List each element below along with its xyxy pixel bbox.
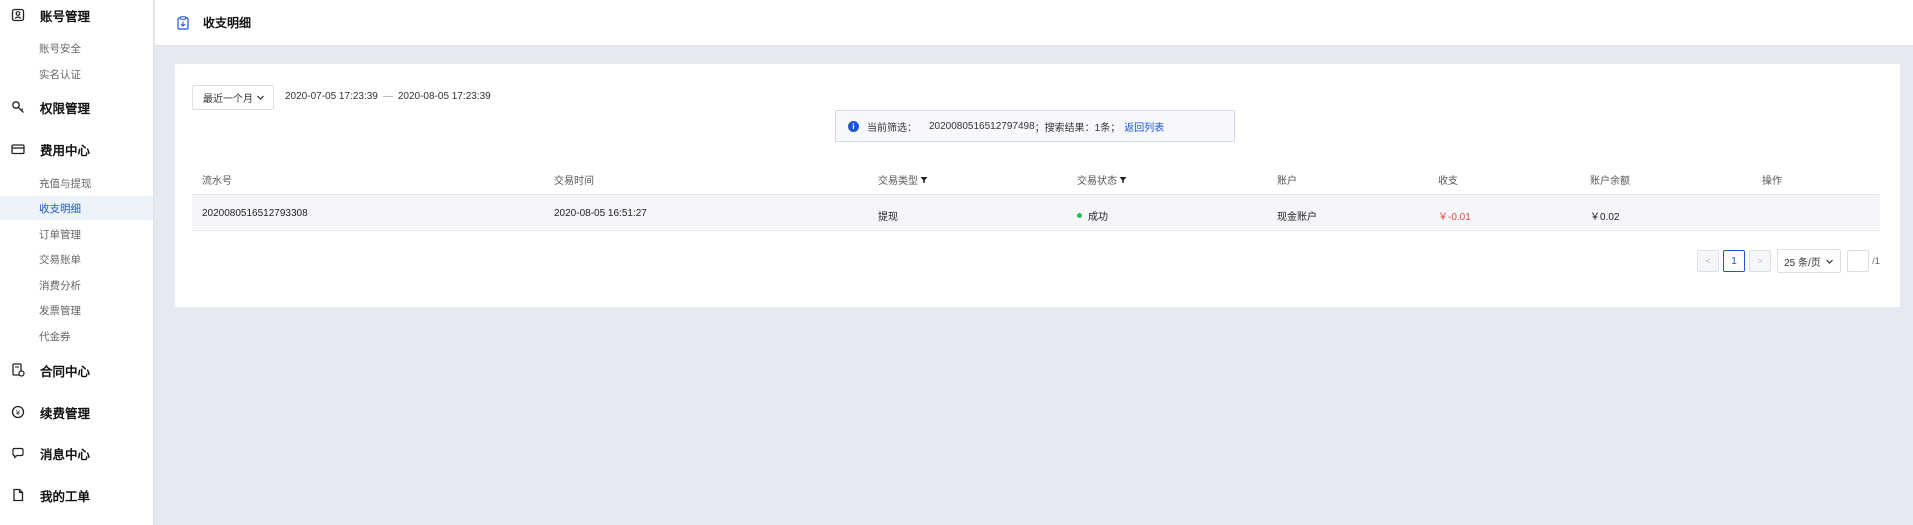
search-filter-banner: i 当前筛选： 20200805165127974​98 ；搜索结果：1条； 返… [835,110,1235,142]
info-icon: i [848,120,859,132]
sidebar: 账号管理 账号安全 实名认证 权限管理 费用中心 充值与提现 收支明细 订单管理… [0,0,154,525]
column-header-account: 账户 [1277,176,1297,187]
nav-item-bills[interactable]: 交易账单 [0,247,153,271]
nav-item-recharge[interactable]: 充值与提现 [0,171,153,195]
key-icon [10,99,26,115]
page-title: 收支明细 [203,16,252,30]
page-jump-input[interactable] [1847,250,1870,272]
prev-page-button[interactable]: < [1697,250,1720,272]
cell-serial: 20200805165127933​08 [202,208,308,219]
nav-group-label: 账号管理 [40,9,91,24]
cell-account: 现金账户 [1277,212,1317,223]
column-header-type[interactable]: 交易类型 [878,172,928,187]
pagination: < 1 > 25 条/页 /1 [1697,249,1880,273]
date-range-end: 2020-08-05 17:23:39 [397,91,491,102]
column-header-serial: 流水号 [202,176,232,187]
nav-group-billing[interactable]: 费用中心 [0,138,153,160]
chevron-down-icon [256,93,265,105]
nav-group-renew[interactable]: ¥ 续费管理 [0,401,153,423]
nav-item-account-security[interactable]: 账号安全 [0,36,153,60]
column-header-balance: 账户余额 [1590,176,1630,187]
nav-group-label: 费用中心 [40,143,91,158]
cell-balance: ￥0.02 [1590,212,1620,223]
nav-group-label: 权限管理 [40,101,91,116]
clipboard-icon [177,15,191,30]
back-to-list-link[interactable]: 返回列表 [1124,119,1164,134]
account-icon [10,7,26,23]
status-dot [1077,213,1082,218]
message-icon [10,445,26,461]
cell-time: 2020-08-05 16:51:27 [554,208,647,219]
page-total: /1 [1872,255,1880,267]
nav-group-permission[interactable]: 权限管理 [0,96,153,118]
nav-item-invoice[interactable]: 发票管理 [0,298,153,322]
nav-item-analysis[interactable]: 消费分析 [0,273,153,297]
nav-group-label: 消息中心 [40,447,91,462]
table-row[interactable]: 20200805165127933​08 2020-08-05 16:51:27… [192,195,1880,231]
filter-result: ；搜索结果：1条； [1034,122,1121,134]
filter-prefix: 当前筛选： [867,122,917,134]
nav-group-contract[interactable]: 合同中心 [0,359,153,381]
nav-group-label: 续费管理 [40,406,91,421]
column-header-status-label: 交易状态 [1077,176,1117,187]
cell-amount: ￥-0.01 [1438,212,1471,223]
filter-query: 20200805165127974​98 [929,120,1035,132]
nav-group-account[interactable]: 账号管理 [0,4,153,26]
column-header-time: 交易时间 [554,176,594,187]
page-number-current[interactable]: 1 [1723,250,1746,272]
nav-group-ticket[interactable]: 我的工单 [0,484,153,506]
column-header-action: 操作 [1762,176,1782,187]
nav-item-voucher[interactable]: 代金券 [0,324,153,348]
nav-group-label: 我的工单 [40,489,91,504]
nav-item-real-name[interactable]: 实名认证 [0,62,153,86]
content-card: 最近一个月 2020-07-05 17:23:39 — 2020-08-05 1… [175,64,1900,307]
next-page-button[interactable]: > [1749,250,1772,272]
date-range-separator: — [382,91,393,102]
chevron-down-icon [1825,257,1834,269]
date-range-select[interactable]: 最近一个月 [192,85,274,110]
cell-type: 提现 [878,212,898,223]
transactions-table: 流水号 交易时间 交易类型 交易状态 账户 收支 账户余额 操作 2020080… [192,160,1880,231]
filter-icon[interactable] [920,176,928,184]
column-header-type-label: 交易类型 [878,176,918,187]
nav-group-message[interactable]: 消息中心 [0,442,153,464]
date-range-display[interactable]: 2020-07-05 17:23:39 — 2020-08-05 17:23:3… [285,91,491,102]
nav-group-label: 合同中心 [40,364,91,379]
ticket-icon [10,487,26,503]
column-header-status[interactable]: 交易状态 [1077,172,1127,187]
page-size-value: 25 条/页 [1784,257,1821,269]
renew-icon: ¥ [10,404,26,420]
column-header-amount: 收支 [1438,176,1458,187]
page-header: 收支明细 [155,0,1913,46]
table-header: 流水号 交易时间 交易类型 交易状态 账户 收支 账户余额 操作 [192,160,1880,195]
svg-text:¥: ¥ [16,409,21,417]
cell-status-label: 成功 [1088,212,1108,223]
nav-item-income-detail[interactable]: 收支明细 [0,196,153,220]
filter-icon[interactable] [1119,176,1127,184]
page-size-select[interactable]: 25 条/页 [1777,249,1842,273]
cell-status: 成功 [1077,208,1108,223]
nav-item-orders[interactable]: 订单管理 [0,222,153,246]
card-icon [10,141,26,157]
date-range-select-value: 最近一个月 [203,94,253,105]
contract-icon [10,362,26,378]
date-range-start: 2020-07-05 17:23:39 [285,91,378,102]
